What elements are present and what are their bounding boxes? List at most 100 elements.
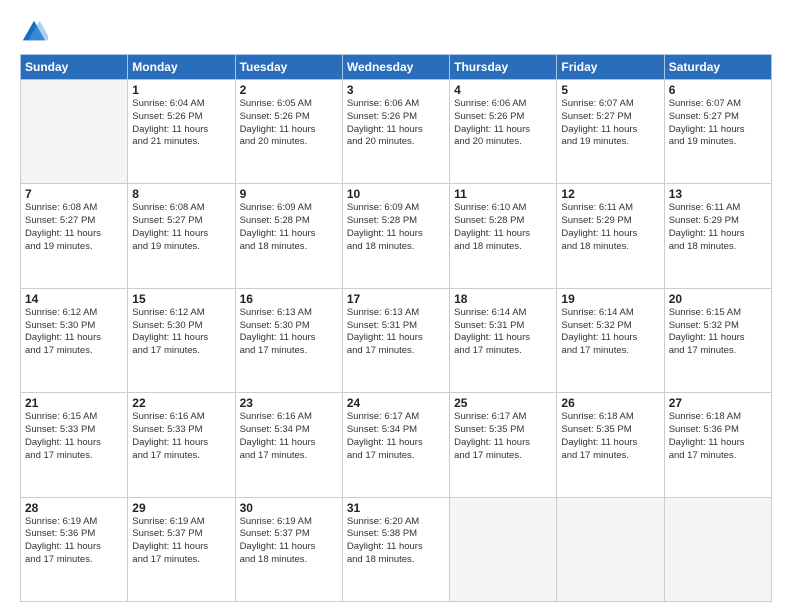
day-info: Sunrise: 6:13 AM Sunset: 5:31 PM Dayligh… [347,307,445,358]
day-number: 5 [561,83,659,97]
weekday-header-friday: Friday [557,55,664,80]
day-info: Sunrise: 6:05 AM Sunset: 5:26 PM Dayligh… [240,98,338,149]
day-info: Sunrise: 6:09 AM Sunset: 5:28 PM Dayligh… [347,202,445,253]
day-cell: 23Sunrise: 6:16 AM Sunset: 5:34 PM Dayli… [235,393,342,497]
day-number: 13 [669,187,767,201]
day-cell: 29Sunrise: 6:19 AM Sunset: 5:37 PM Dayli… [128,497,235,601]
day-number: 26 [561,396,659,410]
day-info: Sunrise: 6:17 AM Sunset: 5:35 PM Dayligh… [454,411,552,462]
day-cell [450,497,557,601]
day-cell: 4Sunrise: 6:06 AM Sunset: 5:26 PM Daylig… [450,80,557,184]
day-info: Sunrise: 6:14 AM Sunset: 5:32 PM Dayligh… [561,307,659,358]
day-info: Sunrise: 6:12 AM Sunset: 5:30 PM Dayligh… [132,307,230,358]
day-cell [21,80,128,184]
day-cell: 24Sunrise: 6:17 AM Sunset: 5:34 PM Dayli… [342,393,449,497]
day-cell: 10Sunrise: 6:09 AM Sunset: 5:28 PM Dayli… [342,184,449,288]
day-cell: 2Sunrise: 6:05 AM Sunset: 5:26 PM Daylig… [235,80,342,184]
day-cell: 21Sunrise: 6:15 AM Sunset: 5:33 PM Dayli… [21,393,128,497]
day-cell [557,497,664,601]
weekday-header-sunday: Sunday [21,55,128,80]
day-cell: 16Sunrise: 6:13 AM Sunset: 5:30 PM Dayli… [235,288,342,392]
day-info: Sunrise: 6:11 AM Sunset: 5:29 PM Dayligh… [561,202,659,253]
day-cell: 12Sunrise: 6:11 AM Sunset: 5:29 PM Dayli… [557,184,664,288]
day-info: Sunrise: 6:19 AM Sunset: 5:37 PM Dayligh… [132,516,230,567]
day-number: 16 [240,292,338,306]
day-number: 10 [347,187,445,201]
day-info: Sunrise: 6:16 AM Sunset: 5:34 PM Dayligh… [240,411,338,462]
day-info: Sunrise: 6:14 AM Sunset: 5:31 PM Dayligh… [454,307,552,358]
day-number: 11 [454,187,552,201]
day-cell: 3Sunrise: 6:06 AM Sunset: 5:26 PM Daylig… [342,80,449,184]
day-number: 9 [240,187,338,201]
day-cell: 7Sunrise: 6:08 AM Sunset: 5:27 PM Daylig… [21,184,128,288]
page: SundayMondayTuesdayWednesdayThursdayFrid… [0,0,792,612]
day-info: Sunrise: 6:09 AM Sunset: 5:28 PM Dayligh… [240,202,338,253]
day-info: Sunrise: 6:08 AM Sunset: 5:27 PM Dayligh… [25,202,123,253]
day-number: 21 [25,396,123,410]
day-number: 8 [132,187,230,201]
day-cell: 6Sunrise: 6:07 AM Sunset: 5:27 PM Daylig… [664,80,771,184]
day-cell: 31Sunrise: 6:20 AM Sunset: 5:38 PM Dayli… [342,497,449,601]
day-number: 3 [347,83,445,97]
day-number: 31 [347,501,445,515]
day-info: Sunrise: 6:18 AM Sunset: 5:36 PM Dayligh… [669,411,767,462]
week-row-5: 28Sunrise: 6:19 AM Sunset: 5:36 PM Dayli… [21,497,772,601]
day-cell [664,497,771,601]
day-number: 28 [25,501,123,515]
weekday-header-row: SundayMondayTuesdayWednesdayThursdayFrid… [21,55,772,80]
week-row-1: 1Sunrise: 6:04 AM Sunset: 5:26 PM Daylig… [21,80,772,184]
day-cell: 14Sunrise: 6:12 AM Sunset: 5:30 PM Dayli… [21,288,128,392]
day-cell: 8Sunrise: 6:08 AM Sunset: 5:27 PM Daylig… [128,184,235,288]
day-info: Sunrise: 6:16 AM Sunset: 5:33 PM Dayligh… [132,411,230,462]
week-row-4: 21Sunrise: 6:15 AM Sunset: 5:33 PM Dayli… [21,393,772,497]
day-cell: 9Sunrise: 6:09 AM Sunset: 5:28 PM Daylig… [235,184,342,288]
weekday-header-saturday: Saturday [664,55,771,80]
logo-icon [20,18,48,46]
day-info: Sunrise: 6:04 AM Sunset: 5:26 PM Dayligh… [132,98,230,149]
day-cell: 13Sunrise: 6:11 AM Sunset: 5:29 PM Dayli… [664,184,771,288]
day-number: 6 [669,83,767,97]
weekday-header-monday: Monday [128,55,235,80]
day-cell: 11Sunrise: 6:10 AM Sunset: 5:28 PM Dayli… [450,184,557,288]
day-number: 30 [240,501,338,515]
week-row-3: 14Sunrise: 6:12 AM Sunset: 5:30 PM Dayli… [21,288,772,392]
day-number: 1 [132,83,230,97]
weekday-header-thursday: Thursday [450,55,557,80]
header [20,18,772,46]
day-cell: 15Sunrise: 6:12 AM Sunset: 5:30 PM Dayli… [128,288,235,392]
day-info: Sunrise: 6:13 AM Sunset: 5:30 PM Dayligh… [240,307,338,358]
day-number: 19 [561,292,659,306]
day-info: Sunrise: 6:17 AM Sunset: 5:34 PM Dayligh… [347,411,445,462]
day-number: 4 [454,83,552,97]
day-number: 12 [561,187,659,201]
day-cell: 19Sunrise: 6:14 AM Sunset: 5:32 PM Dayli… [557,288,664,392]
day-info: Sunrise: 6:15 AM Sunset: 5:32 PM Dayligh… [669,307,767,358]
day-number: 7 [25,187,123,201]
day-info: Sunrise: 6:15 AM Sunset: 5:33 PM Dayligh… [25,411,123,462]
logo [20,18,52,46]
day-number: 15 [132,292,230,306]
day-number: 23 [240,396,338,410]
day-cell: 27Sunrise: 6:18 AM Sunset: 5:36 PM Dayli… [664,393,771,497]
day-info: Sunrise: 6:19 AM Sunset: 5:37 PM Dayligh… [240,516,338,567]
day-number: 20 [669,292,767,306]
day-cell: 25Sunrise: 6:17 AM Sunset: 5:35 PM Dayli… [450,393,557,497]
week-row-2: 7Sunrise: 6:08 AM Sunset: 5:27 PM Daylig… [21,184,772,288]
day-number: 2 [240,83,338,97]
day-info: Sunrise: 6:08 AM Sunset: 5:27 PM Dayligh… [132,202,230,253]
day-info: Sunrise: 6:20 AM Sunset: 5:38 PM Dayligh… [347,516,445,567]
day-info: Sunrise: 6:07 AM Sunset: 5:27 PM Dayligh… [561,98,659,149]
day-cell: 18Sunrise: 6:14 AM Sunset: 5:31 PM Dayli… [450,288,557,392]
day-cell: 20Sunrise: 6:15 AM Sunset: 5:32 PM Dayli… [664,288,771,392]
day-cell: 5Sunrise: 6:07 AM Sunset: 5:27 PM Daylig… [557,80,664,184]
day-number: 24 [347,396,445,410]
day-info: Sunrise: 6:12 AM Sunset: 5:30 PM Dayligh… [25,307,123,358]
day-info: Sunrise: 6:19 AM Sunset: 5:36 PM Dayligh… [25,516,123,567]
day-info: Sunrise: 6:06 AM Sunset: 5:26 PM Dayligh… [454,98,552,149]
day-info: Sunrise: 6:10 AM Sunset: 5:28 PM Dayligh… [454,202,552,253]
day-number: 25 [454,396,552,410]
day-number: 27 [669,396,767,410]
day-info: Sunrise: 6:07 AM Sunset: 5:27 PM Dayligh… [669,98,767,149]
day-cell: 22Sunrise: 6:16 AM Sunset: 5:33 PM Dayli… [128,393,235,497]
day-cell: 1Sunrise: 6:04 AM Sunset: 5:26 PM Daylig… [128,80,235,184]
